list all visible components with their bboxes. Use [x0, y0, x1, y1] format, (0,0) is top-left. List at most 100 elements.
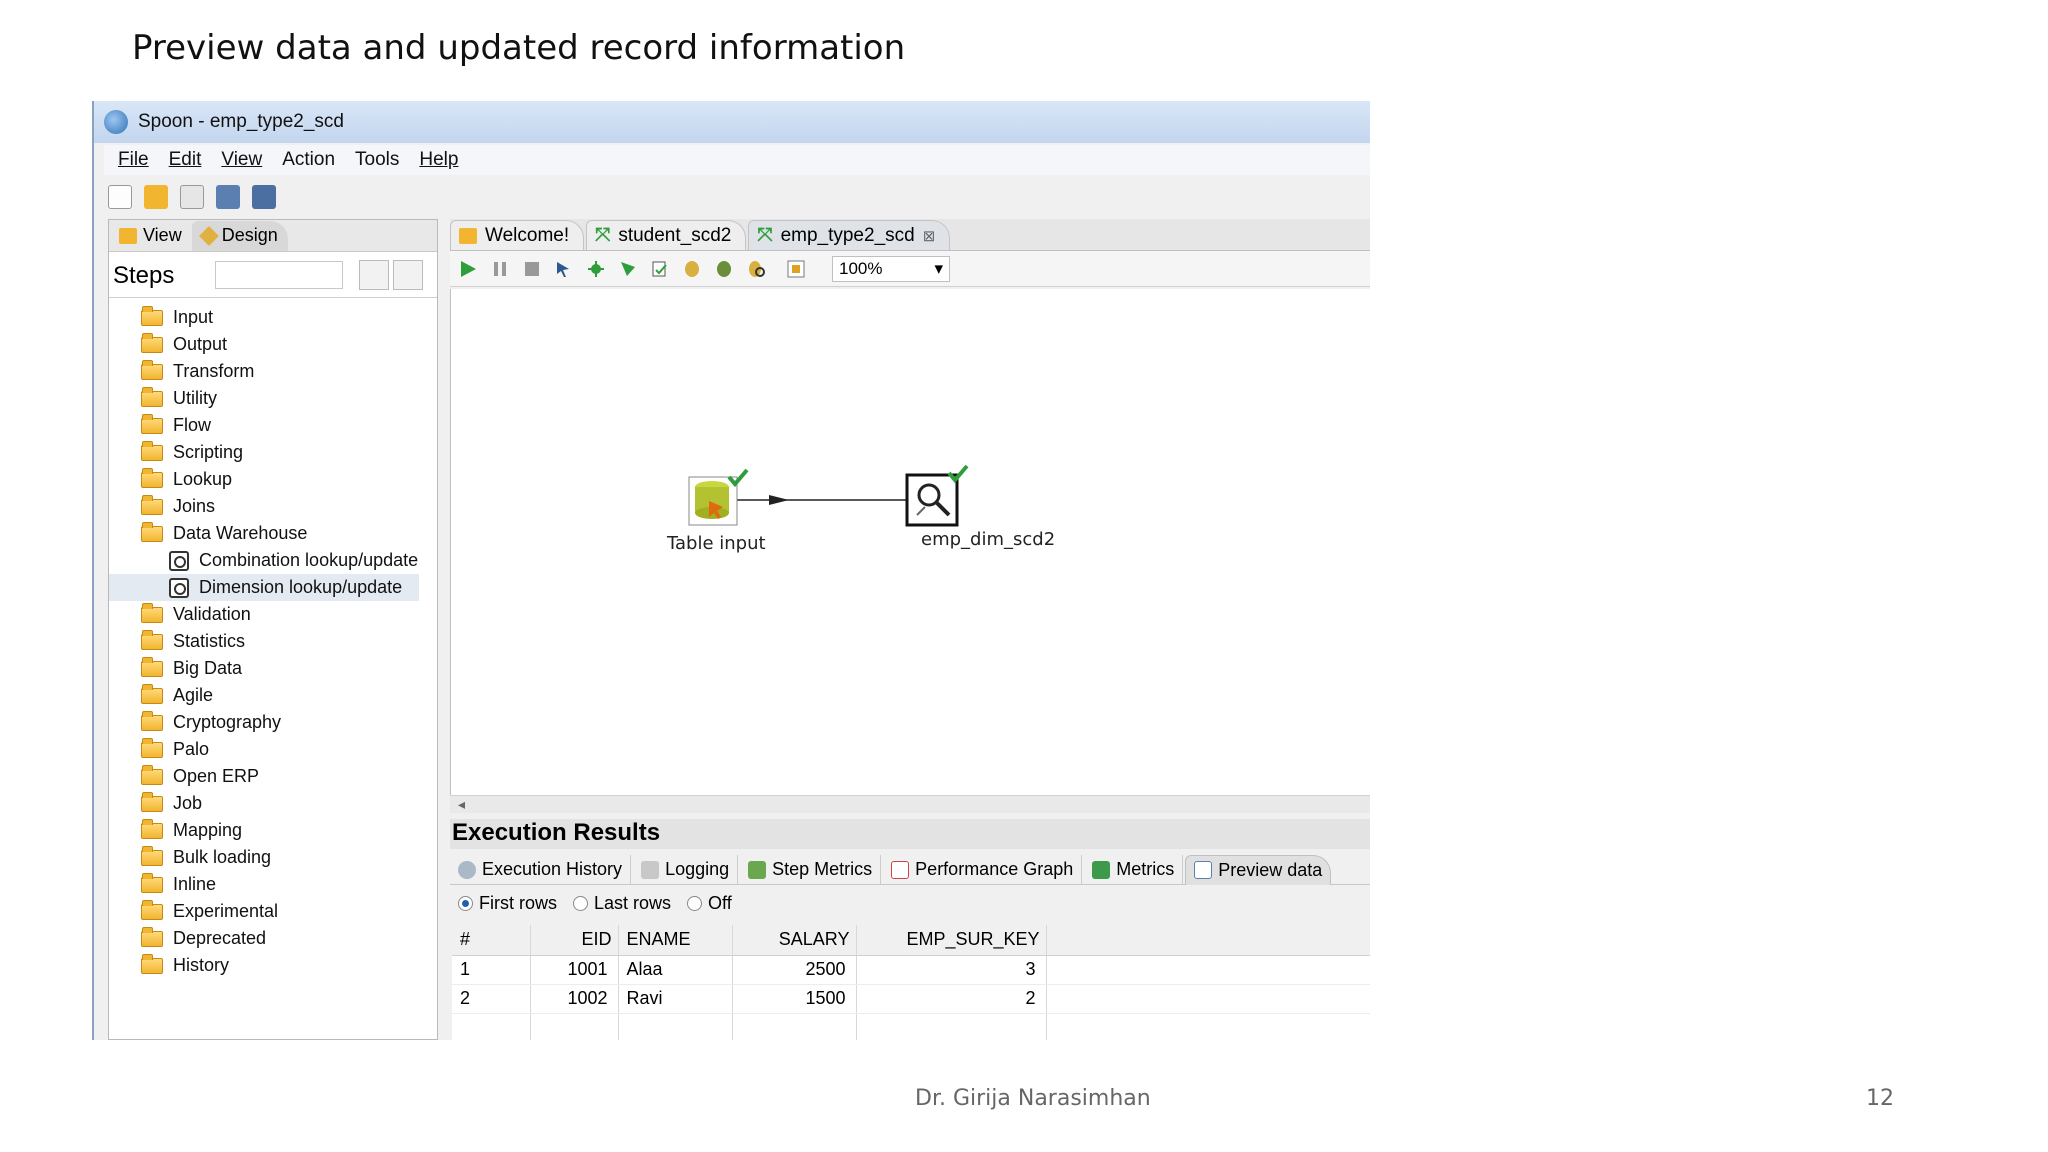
folder-icon [141, 359, 163, 380]
table-row[interactable]: 1 1001 Alaa 2500 3 [452, 955, 1370, 985]
tree-folder-item[interactable]: Transform [109, 358, 437, 385]
preview-rows-options: First rows Last rows Off [458, 893, 732, 914]
scroll-left-icon[interactable]: ◂ [458, 796, 465, 812]
folder-icon [141, 899, 163, 920]
tab-execution-history[interactable]: Execution History [450, 854, 632, 885]
tab-performance-graph-label: Performance Graph [915, 859, 1074, 879]
editor-area: Welcome! ⤧ student_scd2 ⤧ emp_type2_scd … [450, 219, 1370, 1040]
tree-folder-item[interactable]: Inline [109, 871, 437, 898]
impact-icon[interactable] [682, 259, 702, 279]
tree-item-label: Joins [173, 496, 216, 516]
transformation-canvas[interactable]: Table input emp_dim_scd2 [450, 289, 1370, 795]
menu-file[interactable]: File [118, 149, 149, 171]
tree-item-label: Job [173, 793, 203, 813]
open-folder-icon[interactable] [144, 185, 168, 209]
tree-folder-item[interactable]: Data Warehouse [109, 520, 437, 547]
radio-last-rows[interactable]: Last rows [573, 893, 671, 914]
tab-step-metrics[interactable]: Step Metrics [740, 854, 882, 885]
welcome-icon [459, 227, 477, 244]
tree-folder-item[interactable]: Mapping [109, 817, 437, 844]
menu-edit[interactable]: Edit [169, 149, 202, 171]
folder-icon [141, 656, 163, 677]
tree-folder-item[interactable]: Lookup [109, 466, 437, 493]
steps-panel: View Design Steps Input Output Transform Ut… [108, 219, 438, 1040]
menu-tools[interactable]: Tools [355, 149, 399, 171]
replay-icon[interactable] [618, 259, 638, 279]
tree-folder-item[interactable]: Deprecated [109, 925, 437, 952]
pause-icon[interactable] [490, 259, 510, 279]
tab-preview-data[interactable]: Preview data [1185, 854, 1332, 885]
collapse-all-button[interactable] [393, 260, 423, 290]
tree-step-item[interactable]: Dimension lookup/update [109, 574, 419, 601]
steps-search-input[interactable] [215, 261, 343, 289]
table-empty-row [452, 1013, 1370, 1040]
column-header-eid[interactable]: EID [530, 925, 619, 956]
explore-repository-icon[interactable] [180, 185, 204, 209]
tab-emp-type2-scd[interactable]: ⤧ emp_type2_scd ⊠ [748, 220, 951, 250]
radio-off-label: Off [708, 893, 732, 913]
save-as-icon[interactable] [252, 185, 276, 209]
zoom-select[interactable]: 100% ▾ [832, 255, 950, 282]
tab-view[interactable]: View [109, 221, 192, 251]
tree-folder-item[interactable]: Flow [109, 412, 437, 439]
tree-folder-item[interactable]: Validation [109, 601, 437, 628]
tree-step-item[interactable]: Combination lookup/update [109, 547, 437, 574]
explore-db-icon[interactable] [746, 259, 766, 279]
column-header-emp-sur-key[interactable]: EMP_SUR_KEY [856, 925, 1047, 956]
tree-folder-item[interactable]: Job [109, 790, 437, 817]
tree-folder-item[interactable]: Cryptography [109, 709, 437, 736]
folder-icon [141, 764, 163, 785]
table-cell: 1500 [732, 984, 857, 1014]
tree-folder-item[interactable]: Utility [109, 385, 437, 412]
verify-icon[interactable] [650, 259, 670, 279]
save-icon[interactable] [216, 185, 240, 209]
debug-icon[interactable] [586, 259, 606, 279]
new-file-icon[interactable] [108, 185, 132, 209]
tree-folder-item[interactable]: Bulk loading [109, 844, 437, 871]
tab-preview-data-label: Preview data [1218, 859, 1323, 880]
stop-icon[interactable] [522, 259, 542, 279]
expand-all-button[interactable] [359, 260, 389, 290]
tab-design[interactable]: Design [191, 220, 288, 251]
column-header-ename[interactable]: ENAME [618, 925, 733, 956]
tree-folder-item[interactable]: Statistics [109, 628, 437, 655]
tree-folder-item[interactable]: Palo [109, 736, 437, 763]
tree-folder-item[interactable]: Input [109, 304, 437, 331]
tab-execution-history-label: Execution History [482, 859, 623, 879]
folder-icon [141, 386, 163, 407]
tab-performance-graph[interactable]: Performance Graph [883, 854, 1083, 885]
tab-student-scd2-label: student_scd2 [618, 224, 732, 246]
tree-folder-item[interactable]: Scripting [109, 439, 437, 466]
tree-folder-item[interactable]: Experimental [109, 898, 437, 925]
document-tabs: Welcome! ⤧ student_scd2 ⤧ emp_type2_scd … [450, 219, 1370, 251]
preview-icon[interactable] [554, 259, 574, 279]
tree-folder-item[interactable]: Output [109, 331, 437, 358]
column-header-index[interactable]: # [452, 925, 531, 956]
menu-action[interactable]: Action [282, 149, 335, 171]
close-tab-icon[interactable]: ⊠ [923, 227, 936, 245]
menu-help[interactable]: Help [419, 149, 458, 171]
tab-welcome[interactable]: Welcome! [450, 220, 585, 250]
tab-student-scd2[interactable]: ⤧ student_scd2 [586, 220, 747, 250]
tree-folder-item[interactable]: History [109, 952, 437, 979]
tree-item-label: Scripting [173, 442, 244, 462]
radio-last-rows-label: Last rows [594, 893, 672, 913]
tree-folder-item[interactable]: Joins [109, 493, 437, 520]
folder-icon [141, 521, 163, 542]
tree-folder-item[interactable]: Agile [109, 682, 437, 709]
menu-view[interactable]: View [221, 149, 262, 171]
tab-logging[interactable]: Logging [633, 854, 739, 885]
tree-folder-item[interactable]: Big Data [109, 655, 437, 682]
tab-metrics[interactable]: Metrics [1084, 854, 1184, 885]
sql-icon[interactable] [714, 259, 734, 279]
table-cell [452, 1013, 531, 1040]
table-row[interactable]: 2 1002 Ravi 1500 2 [452, 984, 1370, 1014]
column-header-salary[interactable]: SALARY [732, 925, 857, 956]
tree-folder-item[interactable]: Open ERP [109, 763, 437, 790]
window-titlebar[interactable]: Spoon - emp_type2_scd [94, 101, 1370, 143]
show-results-icon[interactable] [786, 259, 806, 279]
radio-off[interactable]: Off [687, 893, 732, 914]
canvas-horizontal-scrollbar[interactable]: ◂ [450, 795, 1370, 813]
run-icon[interactable] [458, 259, 478, 279]
radio-first-rows[interactable]: First rows [458, 893, 557, 914]
